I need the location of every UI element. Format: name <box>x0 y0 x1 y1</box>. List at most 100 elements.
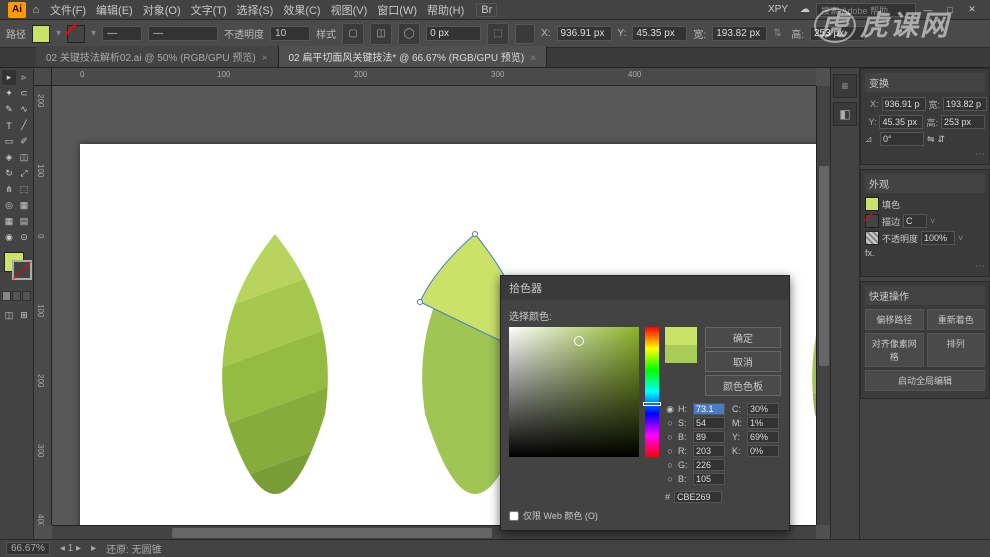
eraser-tool[interactable]: ◫ <box>17 150 31 165</box>
color-well[interactable] <box>2 252 31 284</box>
ok-button[interactable]: 确定 <box>705 327 781 348</box>
recolor-button[interactable]: 重新着色 <box>927 309 986 330</box>
rotate-tool[interactable]: ↻ <box>2 166 16 181</box>
selection-tool[interactable]: ▸ <box>2 70 16 85</box>
close-tab-icon[interactable]: × <box>262 53 268 64</box>
menu-window[interactable]: 窗口(W) <box>373 0 421 20</box>
global-edit-button[interactable]: 启动全局编辑 <box>865 370 985 391</box>
k-input[interactable] <box>747 445 779 457</box>
prop-angle-input[interactable] <box>880 132 924 146</box>
zoom-input[interactable]: 66.67% <box>6 542 50 555</box>
scrollbar-vertical[interactable] <box>816 86 830 525</box>
gradient-tool[interactable]: ▤ <box>17 214 31 229</box>
prop-h-input[interactable] <box>941 115 985 129</box>
menu-file[interactable]: 文件(F) <box>46 0 90 20</box>
bridge-button[interactable]: Br <box>476 3 497 17</box>
h-input[interactable] <box>693 403 725 415</box>
scale-tool[interactable]: ⤢ <box>17 166 31 181</box>
anchor-point[interactable] <box>472 231 478 237</box>
gradient-mode-icon[interactable] <box>12 291 21 301</box>
leaf-shape-3[interactable] <box>800 234 816 494</box>
draw-mode-icon[interactable]: ◫ <box>2 308 16 323</box>
eyedropper-tool[interactable]: ◉ <box>2 230 16 245</box>
saturation-field[interactable] <box>509 327 639 457</box>
y-input[interactable]: 45.35 px <box>632 26 687 41</box>
properties-panel-icon[interactable]: ≡ <box>833 74 857 98</box>
menu-view[interactable]: 视图(V) <box>327 0 372 20</box>
type-tool[interactable]: T <box>2 118 16 133</box>
more-options-icon[interactable]: ⋯ <box>865 261 985 272</box>
fill-swatch-small[interactable] <box>865 197 879 211</box>
r-radio[interactable]: ○ <box>665 446 675 456</box>
opacity-small[interactable] <box>921 231 955 245</box>
none-mode-icon[interactable] <box>22 291 31 301</box>
link-wh-icon[interactable]: ⇅ <box>773 28 785 39</box>
w-input[interactable]: 193.82 px <box>712 26 767 41</box>
blend-tool[interactable]: ⊙ <box>17 230 31 245</box>
opacity-input[interactable]: 10 <box>270 26 310 41</box>
width-tool[interactable]: ⋔ <box>2 182 16 197</box>
shape-val[interactable]: 0 px <box>426 26 481 41</box>
color-mode-icon[interactable] <box>2 291 11 301</box>
brush-tool[interactable]: ✐ <box>17 134 31 149</box>
transform-icon[interactable]: ⬚ <box>487 23 509 45</box>
flip-v-icon[interactable]: ⇵ <box>938 134 946 145</box>
web-only-checkbox[interactable] <box>509 511 519 521</box>
y-input[interactable] <box>747 431 779 443</box>
prop-x-input[interactable] <box>882 97 926 111</box>
maximize-icon[interactable]: □ <box>940 3 960 17</box>
stroke-weight-small[interactable] <box>903 214 927 228</box>
prop-y-input[interactable] <box>879 115 923 129</box>
shaper-tool[interactable]: ◈ <box>2 150 16 165</box>
minimize-icon[interactable]: — <box>918 3 938 17</box>
stroke-style-select[interactable]: — <box>148 26 218 41</box>
close-icon[interactable]: ✕ <box>962 3 982 17</box>
cloud-icon[interactable]: ☁ <box>796 4 814 15</box>
menu-edit[interactable]: 编辑(E) <box>92 0 137 20</box>
m-input[interactable] <box>747 417 779 429</box>
b-input[interactable] <box>693 431 725 443</box>
old-color-swatch[interactable] <box>665 345 697 363</box>
home-icon[interactable]: ⌂ <box>28 3 44 17</box>
h-input[interactable]: 253 px <box>810 26 865 41</box>
menu-help[interactable]: 帮助(H) <box>423 0 468 20</box>
layers-panel-icon[interactable]: ◧ <box>833 102 857 126</box>
hex-input[interactable] <box>674 491 722 503</box>
menu-object[interactable]: 对象(O) <box>139 0 185 20</box>
more-options-icon[interactable]: ⋯ <box>865 149 985 160</box>
menu-type[interactable]: 文字(T) <box>187 0 231 20</box>
align-pixel-button[interactable]: 对齐像素网格 <box>865 333 924 367</box>
curvature-tool[interactable]: ∿ <box>17 102 31 117</box>
search-input[interactable]: 搜索 Adobe 帮助 <box>816 3 916 17</box>
direct-select-tool[interactable]: ▹ <box>17 70 31 85</box>
tab-doc1[interactable]: 02 关键技法解析02.ai @ 50% (RGB/GPU 预览)× <box>36 46 279 67</box>
stroke-swatch[interactable] <box>67 25 85 43</box>
swatches-button[interactable]: 颜色色板 <box>705 375 781 396</box>
menu-select[interactable]: 选择(S) <box>233 0 278 20</box>
stroke-swatch-small[interactable] <box>865 214 879 228</box>
ruler-horizontal[interactable]: 0 100 200 300 400 <box>52 68 816 86</box>
bl-radio[interactable]: ○ <box>665 474 675 484</box>
close-tab-icon[interactable]: × <box>530 53 536 64</box>
prop-w-input[interactable] <box>943 97 987 111</box>
c-input[interactable] <box>747 403 779 415</box>
lasso-tool[interactable]: ⊂ <box>17 86 31 101</box>
r-input[interactable] <box>693 445 725 457</box>
stroke-color-swatch[interactable] <box>12 260 32 280</box>
magic-wand-tool[interactable]: ✦ <box>2 86 16 101</box>
rectangle-tool[interactable]: ▭ <box>2 134 16 149</box>
ruler-vertical[interactable]: 200 100 0 100 200 300 400 <box>34 86 52 525</box>
flip-h-icon[interactable]: ⇋ <box>927 134 935 145</box>
artboard-nav[interactable]: ◂ 1 ▸ <box>60 543 81 554</box>
bl-input[interactable] <box>693 473 725 485</box>
stroke-weight-input[interactable]: — <box>102 26 142 41</box>
menu-effect[interactable]: 效果(C) <box>279 0 324 20</box>
s-radio[interactable]: ○ <box>665 418 675 428</box>
shape-icon[interactable]: ◯ <box>398 23 420 45</box>
shape-builder-tool[interactable]: ◎ <box>2 198 16 213</box>
pen-tool[interactable]: ✎ <box>2 102 16 117</box>
s-input[interactable] <box>693 417 725 429</box>
hue-thumb[interactable] <box>643 402 661 406</box>
anchor-point[interactable] <box>417 299 423 305</box>
h-radio[interactable]: ◉ <box>665 404 675 415</box>
